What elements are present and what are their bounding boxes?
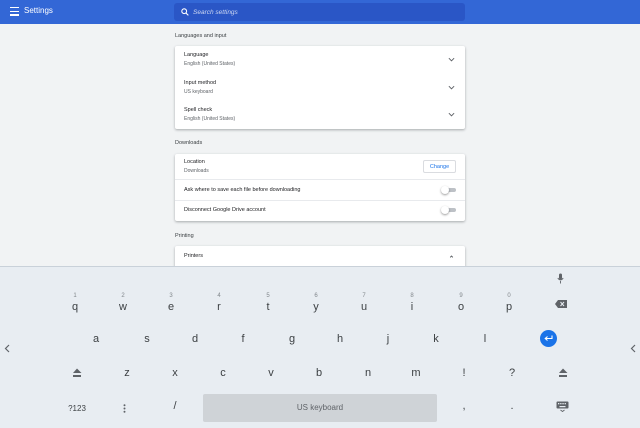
key-x[interactable]: x xyxy=(166,367,184,380)
ask-download-toggle[interactable] xyxy=(441,186,457,194)
row-value: English (United States) xyxy=(184,116,236,122)
disconnect-drive-toggle[interactable] xyxy=(441,206,457,214)
key-e[interactable]: 3e xyxy=(162,292,180,314)
space-bar[interactable]: US keyboard xyxy=(203,394,437,422)
numbers-key[interactable]: ?123 xyxy=(62,402,92,415)
key-k[interactable]: k xyxy=(427,333,445,346)
row-location: Location Downloads Change xyxy=(175,154,465,179)
chevron-down-icon[interactable] xyxy=(448,85,455,90)
backspace-icon[interactable] xyxy=(555,300,567,308)
key-p[interactable]: 0p xyxy=(500,292,518,314)
row-label: Language xyxy=(184,52,209,58)
row-value: Downloads xyxy=(184,168,209,174)
key-period[interactable]: . xyxy=(503,400,521,413)
downloads-card: Location Downloads Change Ask where to s… xyxy=(175,154,465,221)
microphone-icon[interactable] xyxy=(557,273,564,284)
toggle-knob xyxy=(441,206,449,214)
keyboard-hide-icon[interactable] xyxy=(556,401,569,412)
key-y[interactable]: 6y xyxy=(307,292,325,314)
row-label: Location xyxy=(184,159,205,165)
key-l[interactable]: l xyxy=(476,333,494,346)
languages-card: Language English (United States) Input m… xyxy=(175,46,465,129)
toggle-knob xyxy=(441,186,449,194)
row-disconnect-drive[interactable]: Disconnect Google Drive account xyxy=(175,201,465,221)
menu-icon[interactable] xyxy=(10,7,19,16)
key-c[interactable]: c xyxy=(214,367,232,380)
key-question[interactable]: ? xyxy=(503,367,521,380)
chevron-right-icon[interactable] xyxy=(630,344,636,353)
key-a[interactable]: a xyxy=(87,333,105,346)
shift-left-icon[interactable] xyxy=(72,368,82,378)
key-i[interactable]: 8i xyxy=(403,292,421,314)
section-title-downloads: Downloads xyxy=(175,140,203,146)
key-slash[interactable]: / xyxy=(166,400,184,413)
row-spell-check[interactable]: Spell check English (United States) xyxy=(175,101,465,129)
key-q[interactable]: 1q xyxy=(66,292,84,314)
search-icon xyxy=(181,8,189,16)
chevron-up-icon[interactable] xyxy=(448,254,455,259)
settings-content: Languages and input Language English (Un… xyxy=(0,24,640,270)
row-value: English (United States) xyxy=(184,61,236,67)
section-title-printing: Printing xyxy=(175,233,194,239)
chevron-down-icon[interactable] xyxy=(448,57,455,62)
section-title-languages: Languages and input xyxy=(175,33,227,39)
chevron-left-icon[interactable] xyxy=(4,344,10,353)
virtual-keyboard: 1q 2w 3e 4r 5t 6y 7u 8i 9o 0p a s d f g … xyxy=(0,266,640,428)
enter-key[interactable] xyxy=(540,330,557,347)
app-bar: Settings xyxy=(0,0,640,24)
row-label: Spell check xyxy=(184,107,213,113)
key-comma[interactable]: , xyxy=(455,400,473,413)
row-label: Printers xyxy=(184,253,203,259)
key-h[interactable]: h xyxy=(331,333,349,346)
key-n[interactable]: n xyxy=(359,367,377,380)
shift-right-icon[interactable] xyxy=(558,368,568,378)
key-w[interactable]: 2w xyxy=(114,292,132,314)
key-z[interactable]: z xyxy=(118,367,136,380)
row-label: Input method xyxy=(184,80,217,86)
key-u[interactable]: 7u xyxy=(355,292,373,314)
key-f[interactable]: f xyxy=(234,333,252,346)
key-j[interactable]: j xyxy=(379,333,397,346)
change-button[interactable]: Change xyxy=(423,160,456,173)
row-printers[interactable]: Printers xyxy=(175,246,465,266)
row-value: US keyboard xyxy=(184,89,213,95)
row-language[interactable]: Language English (United States) xyxy=(175,46,465,74)
search-input[interactable] xyxy=(193,5,453,19)
key-b[interactable]: b xyxy=(310,367,328,380)
key-d[interactable]: d xyxy=(186,333,204,346)
search-box[interactable] xyxy=(174,3,465,21)
key-o[interactable]: 9o xyxy=(452,292,470,314)
key-r[interactable]: 4r xyxy=(210,292,228,314)
key-s[interactable]: s xyxy=(138,333,156,346)
key-m[interactable]: m xyxy=(407,367,425,380)
key-t[interactable]: 5t xyxy=(259,292,277,314)
enter-icon xyxy=(544,335,553,341)
key-g[interactable]: g xyxy=(283,333,301,346)
more-vert-icon[interactable] xyxy=(123,404,126,413)
page-title: Settings xyxy=(24,6,53,15)
key-v[interactable]: v xyxy=(262,367,280,380)
row-label: Disconnect Google Drive account xyxy=(184,207,266,213)
chevron-down-icon[interactable] xyxy=(448,112,455,117)
row-ask-before-download[interactable]: Ask where to save each file before downl… xyxy=(175,180,465,200)
row-input-method[interactable]: Input method US keyboard xyxy=(175,74,465,101)
row-label: Ask where to save each file before downl… xyxy=(184,187,301,193)
key-exclamation[interactable]: ! xyxy=(455,367,473,380)
